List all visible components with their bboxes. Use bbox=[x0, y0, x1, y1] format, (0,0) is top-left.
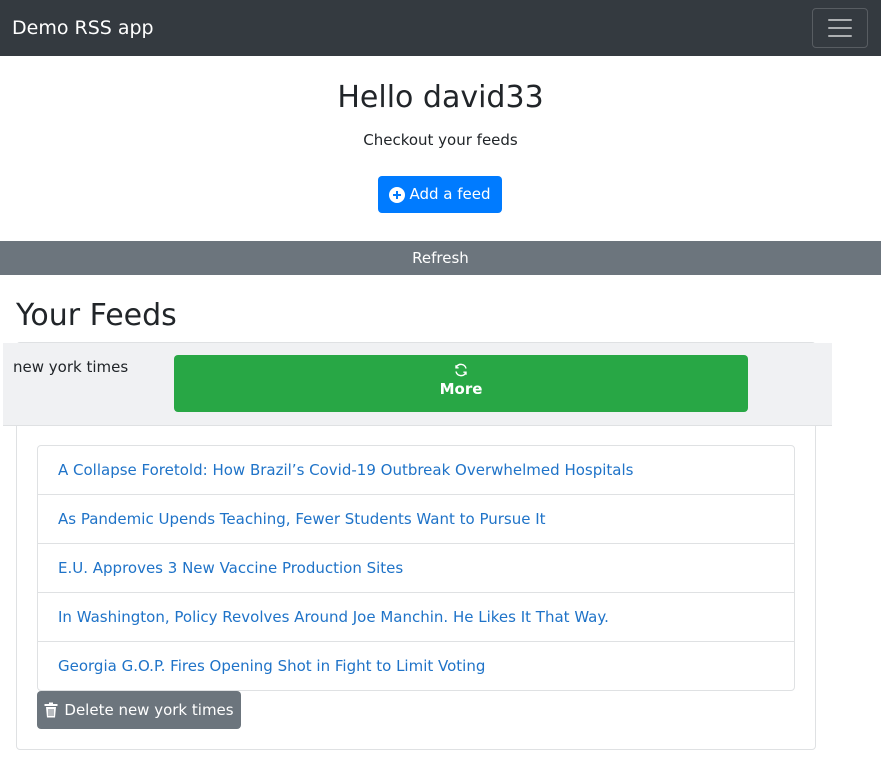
add-feed-button[interactable]: Add a feed bbox=[378, 176, 502, 213]
delete-feed-label: Delete new york times bbox=[64, 701, 234, 719]
trash-icon bbox=[44, 702, 58, 718]
hero-subtitle: Checkout your feeds bbox=[363, 131, 518, 149]
refresh-icon bbox=[455, 363, 467, 377]
article-link[interactable]: A Collapse Foretold: How Brazil’s Covid-… bbox=[58, 460, 633, 480]
more-button[interactable]: More bbox=[174, 355, 748, 412]
article-link[interactable]: Georgia G.O.P. Fires Opening Shot in Fig… bbox=[58, 656, 485, 676]
add-feed-label: Add a feed bbox=[409, 185, 491, 203]
list-item: As Pandemic Upends Teaching, Fewer Stude… bbox=[38, 495, 794, 544]
list-item: E.U. Approves 3 New Vaccine Production S… bbox=[38, 544, 794, 593]
list-item: Georgia G.O.P. Fires Opening Shot in Fig… bbox=[38, 642, 794, 690]
plus-circle-icon bbox=[389, 186, 406, 203]
more-label: More bbox=[439, 380, 483, 398]
navbar-toggler-button[interactable] bbox=[812, 8, 868, 48]
refresh-button[interactable]: Refresh bbox=[0, 241, 881, 275]
delete-feed-button[interactable]: Delete new york times bbox=[37, 691, 241, 729]
article-link[interactable]: In Washington, Policy Revolves Around Jo… bbox=[58, 607, 609, 627]
list-item: In Washington, Policy Revolves Around Jo… bbox=[38, 593, 794, 642]
feed-name: new york times bbox=[13, 358, 129, 376]
article-link[interactable]: E.U. Approves 3 New Vaccine Production S… bbox=[58, 558, 403, 578]
feed-card-header: new york times More bbox=[3, 343, 832, 426]
feeds-heading: Your Feeds bbox=[16, 298, 177, 333]
hamburger-menu-icon bbox=[828, 19, 852, 37]
greeting-heading: Hello david33 bbox=[337, 80, 544, 115]
navbar-brand[interactable]: Demo RSS app bbox=[12, 16, 154, 40]
hero-section: Hello david33 Checkout your feeds Add a … bbox=[0, 56, 881, 241]
list-item: A Collapse Foretold: How Brazil’s Covid-… bbox=[38, 446, 794, 495]
feed-card: new york times More A Collapse Foretold:… bbox=[3, 342, 832, 750]
article-list: A Collapse Foretold: How Brazil’s Covid-… bbox=[37, 445, 795, 691]
article-link[interactable]: As Pandemic Upends Teaching, Fewer Stude… bbox=[58, 509, 546, 529]
navbar: Demo RSS app bbox=[0, 0, 881, 56]
